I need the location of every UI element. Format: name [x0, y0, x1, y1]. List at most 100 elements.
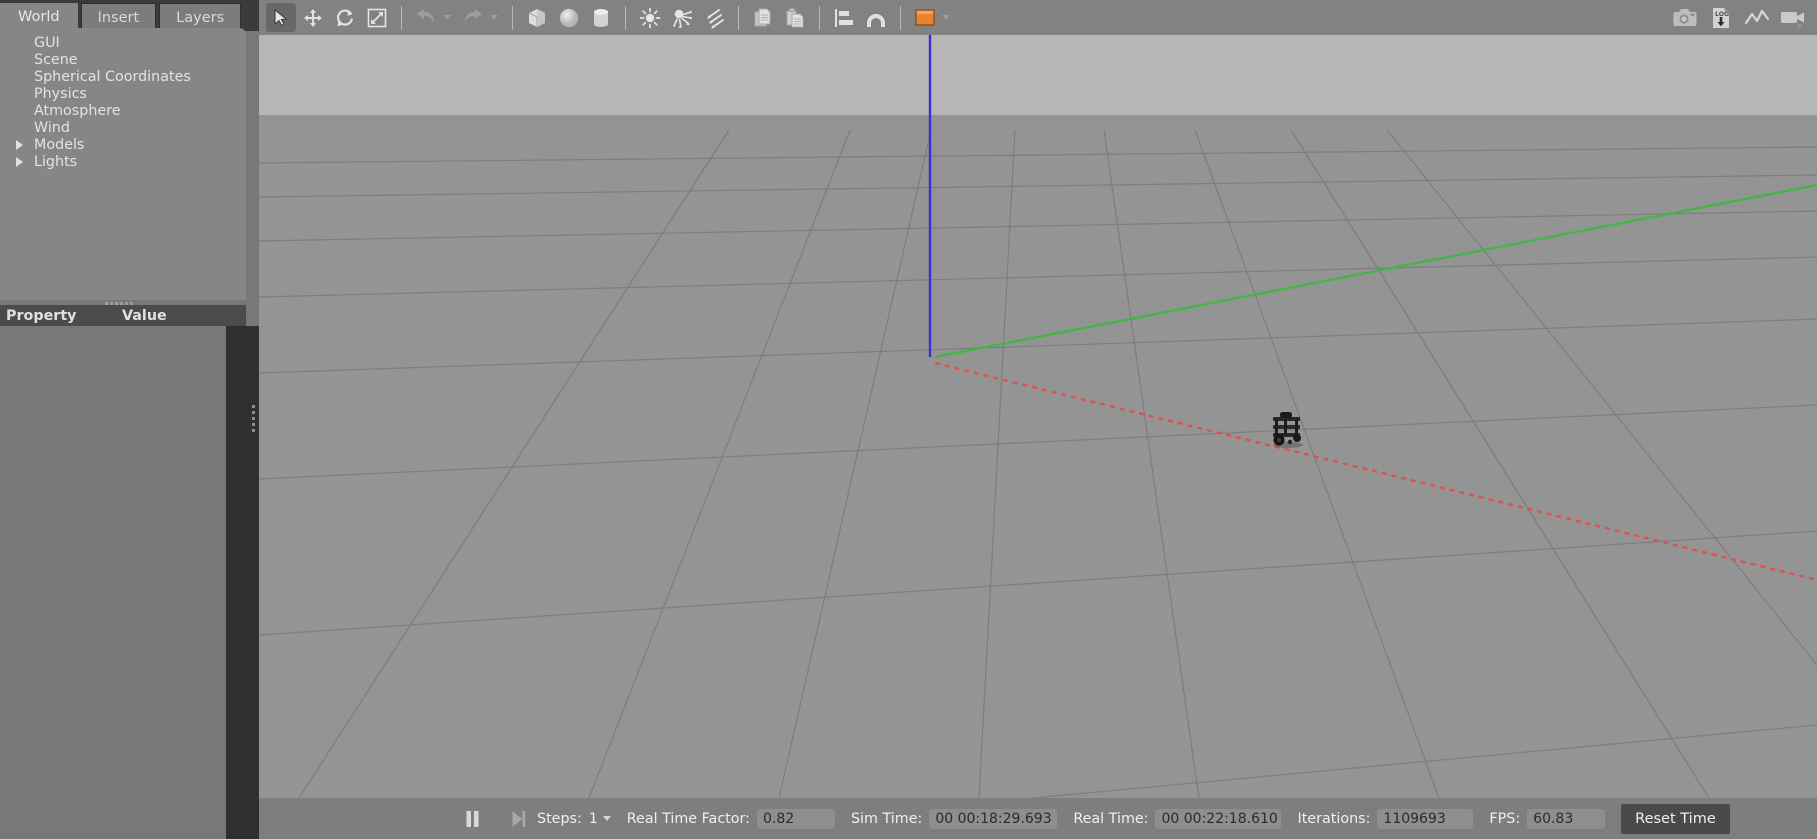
robot-model[interactable]	[1267, 411, 1309, 449]
property-table-body	[0, 326, 226, 839]
tree-item-spherical-coordinates[interactable]: Spherical Coordinates	[0, 68, 246, 85]
cylinder-icon	[594, 8, 608, 27]
insert-directional-light-button[interactable]	[699, 3, 729, 32]
insert-spot-light-button[interactable]	[667, 3, 697, 32]
align-button[interactable]	[829, 3, 859, 32]
tab-layers-label: Layers	[176, 9, 225, 26]
sim-time-label: Sim Time:	[850, 810, 923, 827]
toolbar-separator	[900, 5, 901, 30]
tab-insert[interactable]: Insert	[80, 3, 157, 31]
gazebo-window: World Insert Layers GUI Scene Spherical …	[0, 0, 1817, 839]
tree-item-label: Models	[34, 136, 85, 153]
change-view-button[interactable]	[910, 3, 940, 32]
real-time-factor-value: 0.82	[756, 808, 835, 829]
undo-button[interactable]	[411, 3, 441, 32]
tree-item-label: GUI	[34, 34, 60, 51]
redo-history-dropdown[interactable]	[490, 15, 498, 20]
rotate-icon	[337, 9, 354, 26]
toolbar-separator	[512, 5, 513, 30]
tree-item-label: Lights	[34, 153, 78, 170]
real-time-label: Real Time:	[1073, 810, 1149, 827]
property-table-header: Property Value	[0, 305, 246, 326]
ground-grid	[259, 35, 1817, 798]
log-record-button[interactable]: LOG	[1704, 3, 1738, 33]
tree-item-lights[interactable]: Lights	[0, 153, 246, 170]
tree-item-label: Scene	[34, 51, 78, 68]
tree-item-label: Atmosphere	[34, 102, 121, 119]
video-record-button[interactable]	[1776, 3, 1810, 33]
left-panel-tab-bar: World Insert Layers	[0, 0, 259, 31]
insert-sphere-button[interactable]	[554, 3, 584, 32]
tree-item-physics[interactable]: Physics	[0, 85, 246, 102]
pause-button[interactable]	[459, 806, 485, 832]
step-forward-icon	[512, 810, 525, 827]
toolbar-separator	[819, 5, 820, 30]
sphere-icon	[559, 8, 579, 27]
toolbar-separator	[625, 5, 626, 30]
tab-world-label: World	[18, 9, 60, 25]
align-icon	[835, 8, 853, 27]
tab-layers[interactable]: Layers	[159, 3, 242, 31]
select-mode-button[interactable]	[266, 3, 296, 32]
render-viewport-3d[interactable]	[259, 35, 1817, 798]
expand-arrow-icon[interactable]	[16, 140, 23, 150]
log-download-icon: LOG	[1713, 7, 1729, 28]
real-time-value: 00 00:22:18.610	[1155, 808, 1282, 829]
iterations-value: 1109693	[1377, 808, 1474, 829]
property-column-header: Property	[6, 307, 77, 324]
translate-mode-button[interactable]	[298, 3, 328, 32]
video-camera-icon	[1781, 11, 1804, 28]
left-panel: World Insert Layers GUI Scene Spherical …	[0, 0, 259, 839]
real-time-factor-label: Real Time Factor:	[626, 810, 750, 827]
snap-magnet-icon	[867, 13, 885, 27]
tree-item-wind[interactable]: Wind	[0, 119, 246, 136]
plot-window-button[interactable]	[1740, 3, 1774, 33]
camera-icon	[1673, 8, 1697, 26]
toolbar-separator	[738, 5, 739, 30]
tree-item-gui[interactable]: GUI	[0, 34, 246, 51]
snap-button[interactable]	[861, 3, 891, 32]
redo-button[interactable]	[458, 3, 488, 32]
rotate-mode-button[interactable]	[330, 3, 360, 32]
screenshot-button[interactable]	[1668, 3, 1702, 33]
copy-icon	[754, 8, 771, 26]
point-light-icon	[639, 7, 661, 28]
scale-mode-button[interactable]	[362, 3, 392, 32]
paste-button[interactable]	[780, 3, 810, 32]
spot-light-icon	[672, 9, 693, 28]
fps-value: 60.83	[1527, 808, 1606, 829]
step-forward-button[interactable]	[505, 806, 531, 832]
undo-arrow-icon	[417, 8, 435, 24]
box-icon	[528, 8, 546, 27]
sim-time-value: 00 00:18:29.693	[929, 808, 1058, 829]
tree-item-label: Spherical Coordinates	[34, 68, 191, 85]
undo-history-dropdown[interactable]	[443, 15, 451, 20]
insert-point-light-button[interactable]	[635, 3, 665, 32]
svg-text:LOG: LOG	[1715, 11, 1729, 18]
tree-item-scene[interactable]: Scene	[0, 51, 246, 68]
expand-arrow-icon[interactable]	[16, 157, 23, 167]
tree-item-atmosphere[interactable]: Atmosphere	[0, 102, 246, 119]
change-view-dropdown[interactable]	[942, 15, 950, 20]
view-cube-icon	[915, 8, 935, 26]
main-toolbar: LOG	[259, 0, 1817, 35]
tab-world[interactable]: World	[0, 3, 78, 31]
insert-box-button[interactable]	[522, 3, 552, 32]
steps-label: Steps:	[537, 810, 582, 827]
redo-arrow-icon	[464, 8, 482, 24]
paste-icon	[786, 7, 804, 27]
steps-dropdown-chevron-down-icon[interactable]	[602, 816, 611, 821]
iterations-label: Iterations:	[1297, 810, 1371, 827]
move-arrows-icon	[304, 8, 322, 27]
copy-button[interactable]	[748, 3, 778, 32]
y-axis-line	[934, 183, 1817, 359]
steps-value[interactable]: 1	[589, 811, 598, 827]
left-panel-resize-handle[interactable]	[250, 400, 256, 436]
reset-time-button[interactable]: Reset Time	[1621, 803, 1730, 834]
tree-item-models[interactable]: Models	[0, 136, 246, 153]
insert-cylinder-button[interactable]	[586, 3, 616, 32]
arrow-cursor-icon	[274, 8, 288, 26]
reset-time-label: Reset Time	[1635, 810, 1716, 827]
pause-icon	[466, 810, 478, 827]
toolbar-separator	[401, 5, 402, 30]
